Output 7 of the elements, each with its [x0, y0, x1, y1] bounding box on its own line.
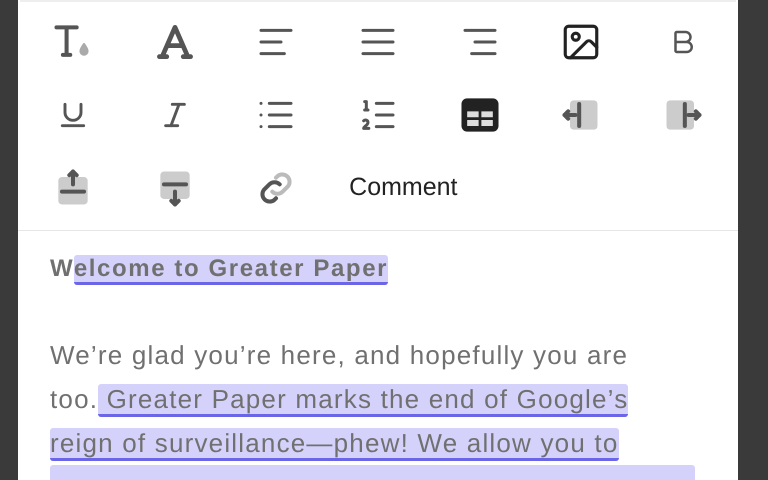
heading-text: W — [50, 255, 74, 282]
paragraph-text: too. — [50, 384, 98, 414]
comment-highlight[interactable]: Greater Paper marks the end of Google’s — [98, 384, 628, 417]
comment-highlight[interactable]: elcome to Greater Paper — [74, 255, 388, 285]
comment-highlight[interactable]: reign of surveillance—phew! We allow you to — [50, 428, 618, 461]
comment-button[interactable]: Comment — [327, 162, 531, 214]
paragraph-text: We’re glad you’re here, and hopefully you are — [50, 340, 628, 370]
